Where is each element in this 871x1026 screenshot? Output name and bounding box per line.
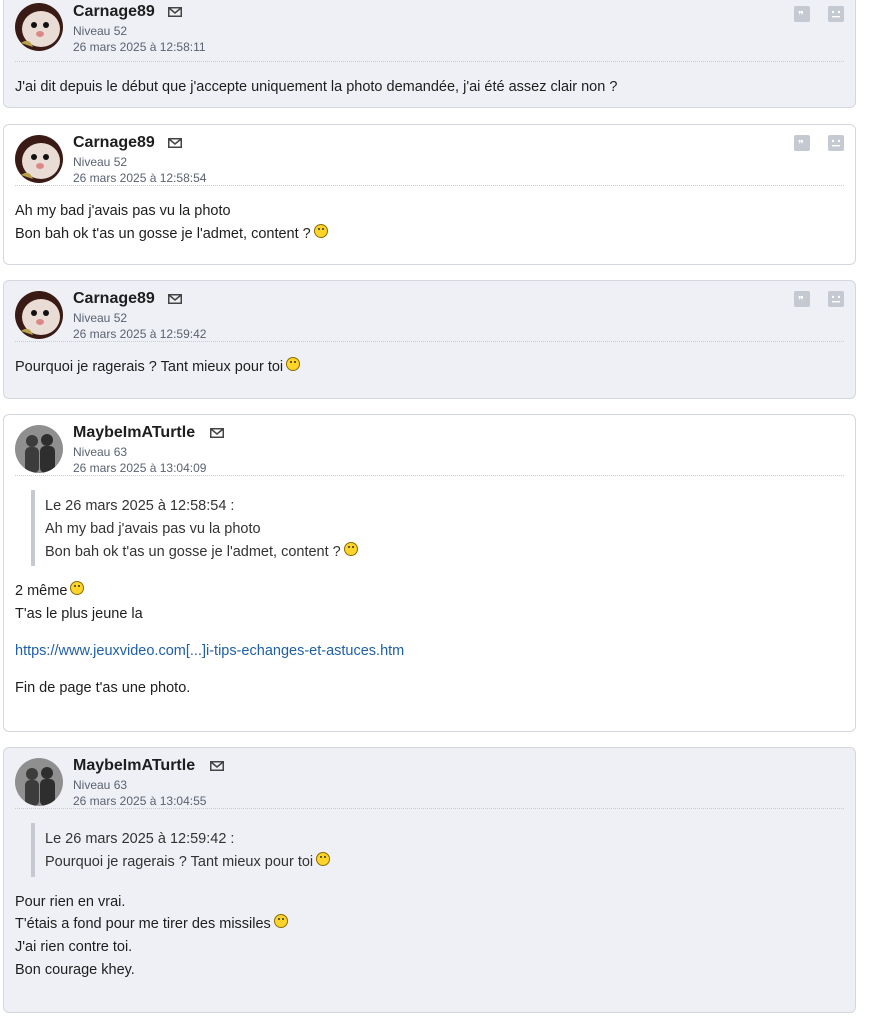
avatar[interactable] bbox=[15, 3, 63, 51]
quote-text: Bon bah ok t'as un gosse je l'admet, con… bbox=[45, 543, 341, 560]
post-text: Pourquoi je ragerais ? Tant mieux pour t… bbox=[15, 359, 284, 375]
quote-header: Le 26 mars 2025 à 12:59:42 : bbox=[45, 831, 235, 847]
post-date[interactable]: 26 mars 2025 à 13:04:55 bbox=[73, 794, 206, 808]
post-text: J'ai dit depuis le début que j'accepte u… bbox=[15, 79, 618, 95]
quote-text: Ah my bad j'avais pas vu la photo bbox=[45, 520, 261, 537]
envelope-icon[interactable] bbox=[168, 138, 182, 148]
quote-icon[interactable]: ❞ bbox=[793, 6, 810, 22]
report-icon[interactable] bbox=[828, 135, 844, 151]
post-text: Bon courage khey. bbox=[15, 961, 135, 978]
post-text: Pour rien en vrai. bbox=[15, 893, 126, 910]
svg-text:❞: ❞ bbox=[798, 139, 804, 151]
author-name[interactable]: Carnage89 bbox=[73, 134, 155, 152]
post-link[interactable]: https://www.jeuxvideo.com[...]i-tips-ech… bbox=[15, 643, 404, 659]
quote-block: Le 26 mars 2025 à 12:59:42 : Pourquoi je… bbox=[31, 823, 844, 877]
author-level: Niveau 52 bbox=[73, 24, 128, 38]
quote-block: Le 26 mars 2025 à 12:58:54 : Ah my bad j… bbox=[31, 490, 844, 567]
author-level: Niveau 63 bbox=[73, 778, 128, 792]
envelope-icon[interactable] bbox=[210, 761, 224, 771]
author-name[interactable]: MaybeImATurtle bbox=[73, 757, 195, 775]
author-name[interactable]: MaybeImATurtle bbox=[73, 424, 195, 442]
smiley-icon bbox=[316, 851, 331, 866]
post: Carnage89 Niveau 52 26 mars 2025 à 12:58… bbox=[3, 0, 856, 108]
envelope-icon[interactable] bbox=[168, 7, 182, 17]
author-level: Niveau 63 bbox=[73, 445, 128, 459]
avatar[interactable] bbox=[15, 135, 63, 183]
quote-icon[interactable]: ❞ bbox=[793, 291, 810, 307]
post-text: T'étais a fond pour me tirer des missile… bbox=[15, 916, 271, 933]
quote-icon[interactable]: ❞ bbox=[793, 135, 810, 151]
post: MaybeImATurtle Niveau 63 26 mars 2025 à … bbox=[3, 747, 856, 1013]
post-text: J'ai rien contre toi. bbox=[15, 939, 133, 956]
author-name[interactable]: Carnage89 bbox=[73, 290, 155, 308]
post-text: 2 même bbox=[15, 583, 68, 600]
post-text: T'as le plus jeune la bbox=[15, 606, 143, 623]
post-text: Bon bah ok t'as un gosse je l'admet, con… bbox=[15, 225, 311, 242]
report-icon[interactable] bbox=[828, 291, 844, 307]
post-text: Fin de page t'as une photo. bbox=[15, 679, 191, 696]
smiley-icon bbox=[273, 914, 288, 929]
author-level: Niveau 52 bbox=[73, 155, 128, 169]
smiley-icon bbox=[313, 223, 328, 238]
post-date[interactable]: 26 mars 2025 à 12:58:11 bbox=[73, 40, 206, 54]
post-text: Ah my bad j'avais pas vu la photo bbox=[15, 203, 231, 219]
post-date[interactable]: 26 mars 2025 à 12:59:42 bbox=[73, 327, 206, 341]
svg-text:❞: ❞ bbox=[798, 295, 804, 307]
post: Carnage89 Niveau 52 26 mars 2025 à 12:59… bbox=[3, 280, 856, 399]
envelope-icon[interactable] bbox=[210, 428, 224, 438]
smiley-icon bbox=[286, 357, 301, 371]
svg-text:❞: ❞ bbox=[798, 10, 804, 22]
smiley-icon bbox=[343, 541, 358, 556]
post: Carnage89 Niveau 52 26 mars 2025 à 12:58… bbox=[3, 124, 856, 265]
envelope-icon[interactable] bbox=[168, 294, 182, 304]
author-level: Niveau 52 bbox=[73, 311, 128, 325]
post: MaybeImATurtle Niveau 63 26 mars 2025 à … bbox=[3, 414, 856, 732]
report-icon[interactable] bbox=[828, 6, 844, 22]
avatar[interactable] bbox=[15, 291, 63, 339]
post-date[interactable]: 26 mars 2025 à 13:04:09 bbox=[73, 461, 206, 475]
avatar[interactable] bbox=[15, 758, 63, 806]
quote-header: Le 26 mars 2025 à 12:58:54 : bbox=[45, 498, 235, 514]
quote-text: Pourquoi je ragerais ? Tant mieux pour t… bbox=[45, 853, 314, 870]
avatar[interactable] bbox=[15, 425, 63, 473]
author-name[interactable]: Carnage89 bbox=[73, 3, 155, 21]
smiley-icon bbox=[70, 581, 85, 596]
post-date[interactable]: 26 mars 2025 à 12:58:54 bbox=[73, 171, 206, 185]
